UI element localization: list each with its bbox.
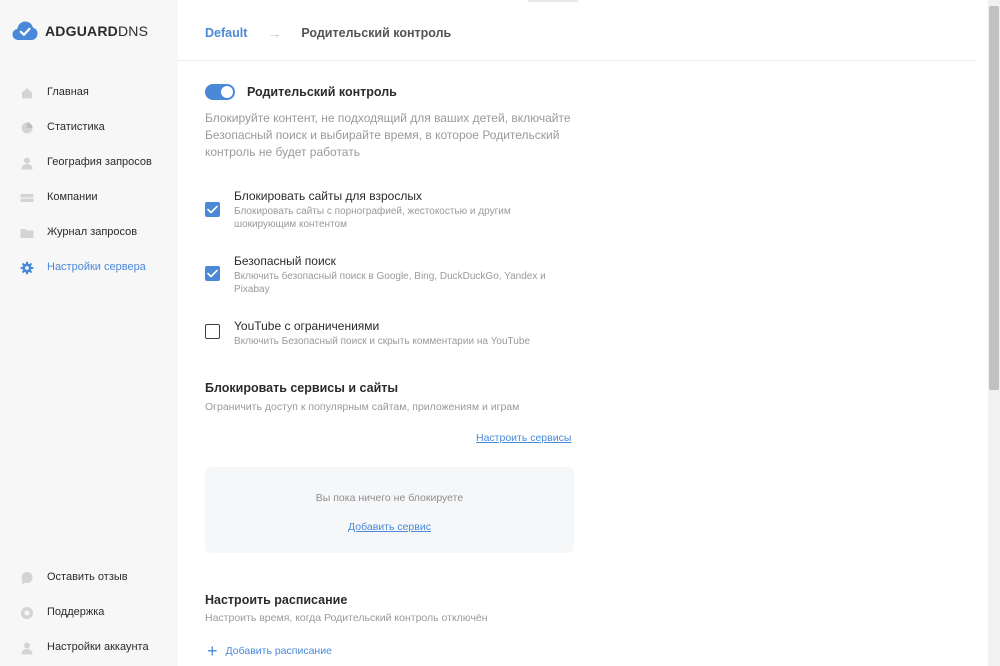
top-divider <box>528 0 578 2</box>
sidebar: ADGUARDDNS Главная Статистика География … <box>0 0 178 666</box>
server-icon <box>20 194 34 202</box>
add-service-link[interactable]: Добавить сервис <box>348 521 431 533</box>
option-title: Безопасный поиск <box>234 254 336 268</box>
adguard-cloud-logo-icon <box>12 21 38 40</box>
chat-icon <box>21 572 33 585</box>
option-description: Включить безопасный поиск в Google, Bing… <box>234 271 546 295</box>
sidebar-item-feedback[interactable]: Оставить отзыв <box>0 563 178 593</box>
checkmark-icon <box>207 269 218 278</box>
sidebar-item-query-log[interactable]: Журнал запросов <box>0 218 178 248</box>
sidebar-item-label: Компании <box>47 191 98 203</box>
option-title: Блокировать сайты для взрослых <box>234 189 422 203</box>
safe-search-checkbox[interactable] <box>205 266 220 281</box>
sidebar-item-label: Главная <box>47 86 89 98</box>
arrow-right-icon: → <box>267 25 282 41</box>
sidebar-item-label: Оставить отзыв <box>47 571 128 583</box>
add-schedule-label: Добавить расписание <box>225 645 332 657</box>
sidebar-item-companies[interactable]: Компании <box>0 183 178 213</box>
schedule-section-description: Настроить время, когда Родительский конт… <box>205 612 488 624</box>
parental-control-title: Родительский контроль <box>247 85 397 99</box>
services-section-description: Ограничить доступ к популярным сайтам, п… <box>205 401 520 413</box>
toggle-knob <box>221 86 233 98</box>
sidebar-item-label: Поддержка <box>47 606 105 618</box>
person-icon <box>21 642 33 655</box>
plus-icon: + <box>207 641 218 661</box>
sidebar-item-geography[interactable]: География запросов <box>0 148 178 178</box>
sidebar-item-statistics[interactable]: Статистика <box>0 113 178 143</box>
support-icon <box>21 607 33 619</box>
breadcrumb: Default → Родительский контроль <box>205 25 451 41</box>
sidebar-item-label: География запросов <box>47 156 152 168</box>
breadcrumb-current: Родительский контроль <box>301 26 452 40</box>
gear-icon <box>20 261 34 275</box>
vertical-scrollbar[interactable] <box>988 0 1000 666</box>
parental-control-toggle[interactable] <box>205 84 235 100</box>
person-icon <box>21 157 33 170</box>
youtube-restricted-checkbox[interactable] <box>205 324 220 339</box>
sidebar-item-label: Журнал запросов <box>47 226 138 238</box>
header-divider <box>178 60 976 61</box>
option-description: Блокировать сайты с порнографией, жесток… <box>234 206 511 230</box>
sidebar-item-support[interactable]: Поддержка <box>0 598 178 628</box>
scrollbar-thumb[interactable] <box>989 6 999 390</box>
main-content: Default → Родительский контроль Родитель… <box>178 0 988 666</box>
logo-text: ADGUARDDNS <box>45 23 149 39</box>
breadcrumb-root-link[interactable]: Default <box>205 26 247 40</box>
sidebar-item-account-settings[interactable]: Настройки аккаунта <box>0 633 178 663</box>
schedule-section-title: Настроить расписание <box>205 593 348 607</box>
configure-services-link[interactable]: Настроить сервисы <box>476 432 571 444</box>
option-title: YouTube с ограничениями <box>234 319 380 333</box>
logo[interactable]: ADGUARDDNS <box>12 20 148 42</box>
adult-sites-checkbox[interactable] <box>205 202 220 217</box>
sidebar-item-label: Статистика <box>47 121 105 133</box>
folder-icon <box>20 229 34 238</box>
home-icon <box>22 88 32 99</box>
chart-icon <box>21 122 33 134</box>
sidebar-item-label: Настройки аккаунта <box>47 641 149 653</box>
blocked-services-empty-box: Вы пока ничего не блокируете Добавить се… <box>205 467 574 553</box>
parental-control-description: Блокируйте контент, не подходящий для ва… <box>205 111 571 159</box>
add-schedule-button[interactable]: + Добавить расписание <box>207 641 332 661</box>
option-description: Включить Безопасный поиск и скрыть комме… <box>234 336 530 347</box>
checkmark-icon <box>207 205 218 214</box>
empty-state-text: Вы пока ничего не блокируете <box>315 492 464 504</box>
services-section-title: Блокировать сервисы и сайты <box>205 381 399 395</box>
sidebar-item-server-settings[interactable]: Настройки сервера <box>0 253 178 283</box>
sidebar-item-home[interactable]: Главная <box>0 78 178 108</box>
sidebar-item-label: Настройки сервера <box>47 261 146 273</box>
